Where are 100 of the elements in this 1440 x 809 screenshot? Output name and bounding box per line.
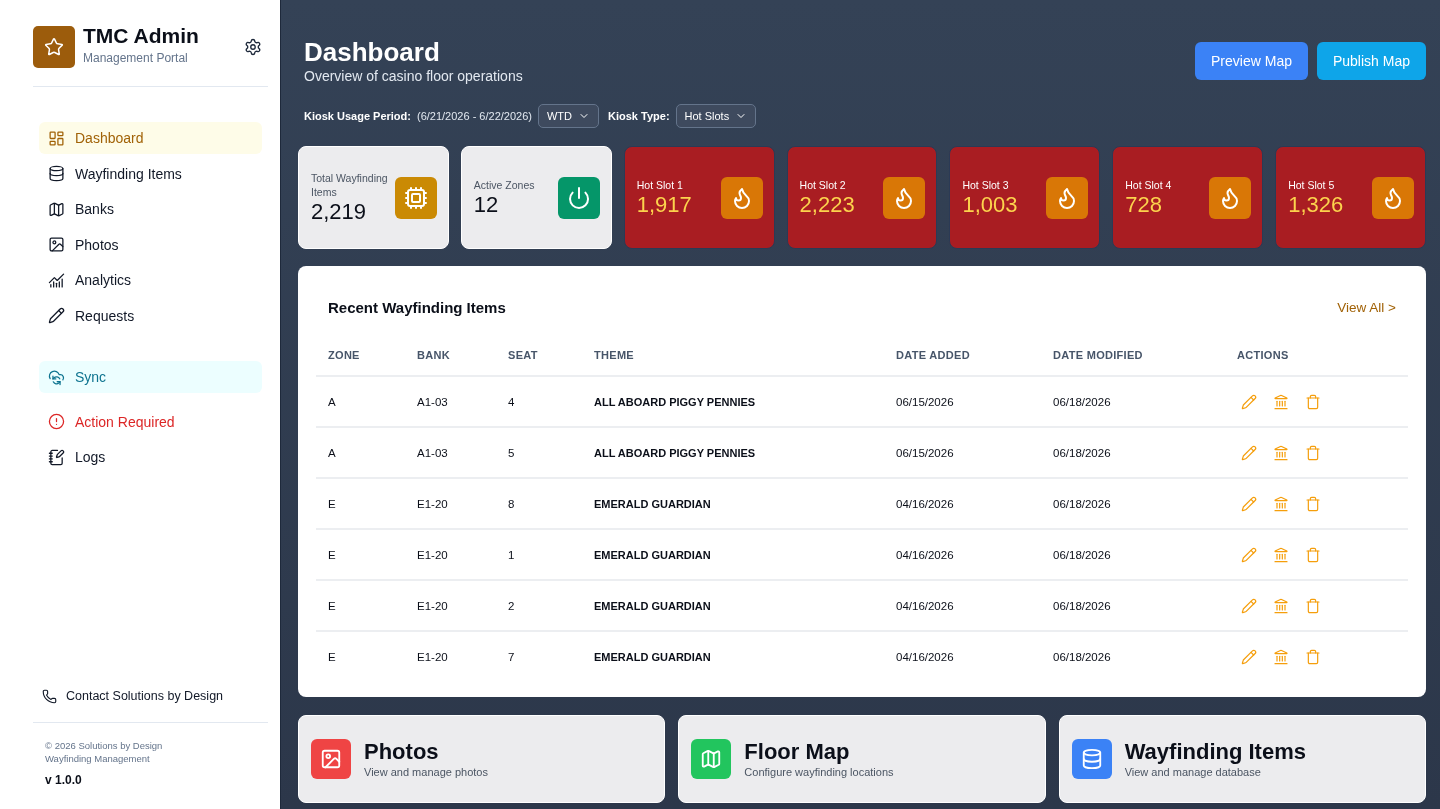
building-icon[interactable] xyxy=(1273,495,1289,512)
column-header: DATE MODIFIED xyxy=(1041,334,1225,376)
nav-item[interactable]: Action Required xyxy=(39,405,262,438)
layout-icon xyxy=(48,129,65,147)
table-cell: 5 xyxy=(496,427,582,478)
filter-select[interactable]: WTD xyxy=(537,104,599,128)
image-icon xyxy=(48,236,65,253)
building-icon[interactable] xyxy=(1273,444,1289,461)
version-text: v 1.0.0 xyxy=(44,772,83,788)
table-cell: E1-20 xyxy=(405,529,496,580)
building-icon[interactable] xyxy=(1273,649,1289,665)
table-cell: 2 xyxy=(496,580,582,631)
stat-label: Hot Slot 3 xyxy=(962,177,1010,192)
pencil-icon[interactable] xyxy=(1241,597,1257,614)
table-cell: 06/18/2026 xyxy=(1041,376,1225,427)
table-cell: 1 xyxy=(496,529,582,580)
notebook-icon xyxy=(48,448,65,466)
table-cell: 06/18/2026 xyxy=(1041,478,1225,529)
table-cell: E xyxy=(316,529,405,580)
table-cell: ALL ABOARD PIGGY PENNIES xyxy=(582,376,884,427)
stat-label: Total Wayfinding Items xyxy=(311,170,389,199)
map-icon xyxy=(48,200,65,218)
table-cell: A1-03 xyxy=(405,376,496,427)
nav-item[interactable]: Sync xyxy=(39,361,262,393)
filter-select[interactable]: Hot Slots xyxy=(675,104,757,128)
column-header: SEAT xyxy=(496,334,582,376)
shortcut-title: Floor Map xyxy=(744,739,851,765)
column-header: DATE ADDED xyxy=(884,334,1041,376)
stat-value: 1,326 xyxy=(1288,191,1345,218)
table-cell: A xyxy=(316,427,405,478)
flame-icon xyxy=(720,176,763,219)
contact-link[interactable]: Contact Solutions by Design xyxy=(33,684,268,708)
flame-icon xyxy=(883,176,926,219)
phone-icon xyxy=(42,688,57,704)
shortcut-card[interactable]: Wayfinding Items View and manage database xyxy=(1058,715,1426,803)
chip-icon xyxy=(394,176,437,219)
preview-button[interactable]: Preview Map xyxy=(1195,42,1308,80)
building-icon[interactable] xyxy=(1273,393,1289,410)
table-cell: E xyxy=(316,631,405,682)
nav-item[interactable]: Banks xyxy=(39,193,262,225)
table-cell: E1-20 xyxy=(405,631,496,682)
page-subtitle: Overview of casino floor operations xyxy=(304,67,523,85)
table-cell: E xyxy=(316,580,405,631)
trash-icon[interactable] xyxy=(1305,444,1321,461)
shortcut-title: Photos xyxy=(364,739,440,765)
building-icon[interactable] xyxy=(1273,546,1289,563)
nav-item[interactable]: Photos xyxy=(39,228,262,261)
trash-icon[interactable] xyxy=(1305,495,1321,512)
shortcut-card[interactable]: Floor Map Configure wayfinding locations xyxy=(678,715,1046,803)
nav-item[interactable]: Logs xyxy=(39,441,262,473)
database-icon xyxy=(48,165,65,182)
copyright-text: © 2026 Solutions by Design xyxy=(44,739,164,752)
chart-icon xyxy=(48,271,65,289)
shortcut-description: Configure wayfinding locations xyxy=(744,765,894,779)
table-cell: 04/16/2026 xyxy=(884,529,1041,580)
column-header: ZONE xyxy=(316,334,405,376)
trash-icon[interactable] xyxy=(1305,546,1321,563)
stat-label: Hot Slot 5 xyxy=(1288,177,1336,192)
product-name: Wayfinding Management xyxy=(44,752,151,765)
table-cell: E xyxy=(316,478,405,529)
settings-icon[interactable] xyxy=(244,38,262,56)
table-cell: 06/15/2026 xyxy=(884,427,1041,478)
table-cell: 06/18/2026 xyxy=(1041,427,1225,478)
table-cell: 04/16/2026 xyxy=(884,631,1041,682)
shortcut-title: Wayfinding Items xyxy=(1124,739,1306,765)
stat-label: Active Zones xyxy=(473,177,536,192)
database-icon xyxy=(1071,739,1112,779)
pencil-icon[interactable] xyxy=(1241,546,1257,563)
table-cell: E1-20 xyxy=(405,580,496,631)
cloud-sync-icon xyxy=(48,368,65,386)
stat-label: Hot Slot 4 xyxy=(1125,177,1173,192)
column-header: BANK xyxy=(405,334,496,376)
table-cell: 4 xyxy=(496,376,582,427)
pencil-icon[interactable] xyxy=(1241,444,1257,461)
pencil-icon[interactable] xyxy=(1241,649,1257,665)
trash-icon[interactable] xyxy=(1305,649,1321,665)
nav-item[interactable]: Requests xyxy=(39,299,262,332)
table-cell: A xyxy=(316,376,405,427)
building-icon[interactable] xyxy=(1273,597,1289,614)
nav-item[interactable]: Analytics xyxy=(39,264,262,296)
stat-value: 2,223 xyxy=(799,191,856,218)
stat-value: 1,003 xyxy=(962,191,1019,218)
pencil-icon[interactable] xyxy=(1241,495,1257,512)
page-title: Dashboard xyxy=(304,36,441,68)
stat-value: 728 xyxy=(1125,191,1163,218)
view-all-link[interactable]: View All > xyxy=(1337,299,1396,315)
nav-item[interactable]: Dashboard xyxy=(39,122,262,154)
pencil-icon[interactable] xyxy=(1241,393,1257,410)
flame-icon xyxy=(1046,176,1089,219)
column-header: ACTIONS xyxy=(1225,334,1408,376)
nav-item[interactable]: Wayfinding Items xyxy=(39,157,262,190)
table-cell: EMERALD GUARDIAN xyxy=(582,631,884,682)
trash-icon[interactable] xyxy=(1305,597,1321,614)
table-cell: A1-03 xyxy=(405,427,496,478)
shortcut-description: View and manage database xyxy=(1124,765,1262,779)
shortcut-card[interactable]: Photos View and manage photos xyxy=(298,715,666,803)
table-cell: 06/18/2026 xyxy=(1041,631,1225,682)
trash-icon[interactable] xyxy=(1305,393,1321,410)
table-cell: 7 xyxy=(496,631,582,682)
stat-label: Hot Slot 2 xyxy=(799,177,847,192)
